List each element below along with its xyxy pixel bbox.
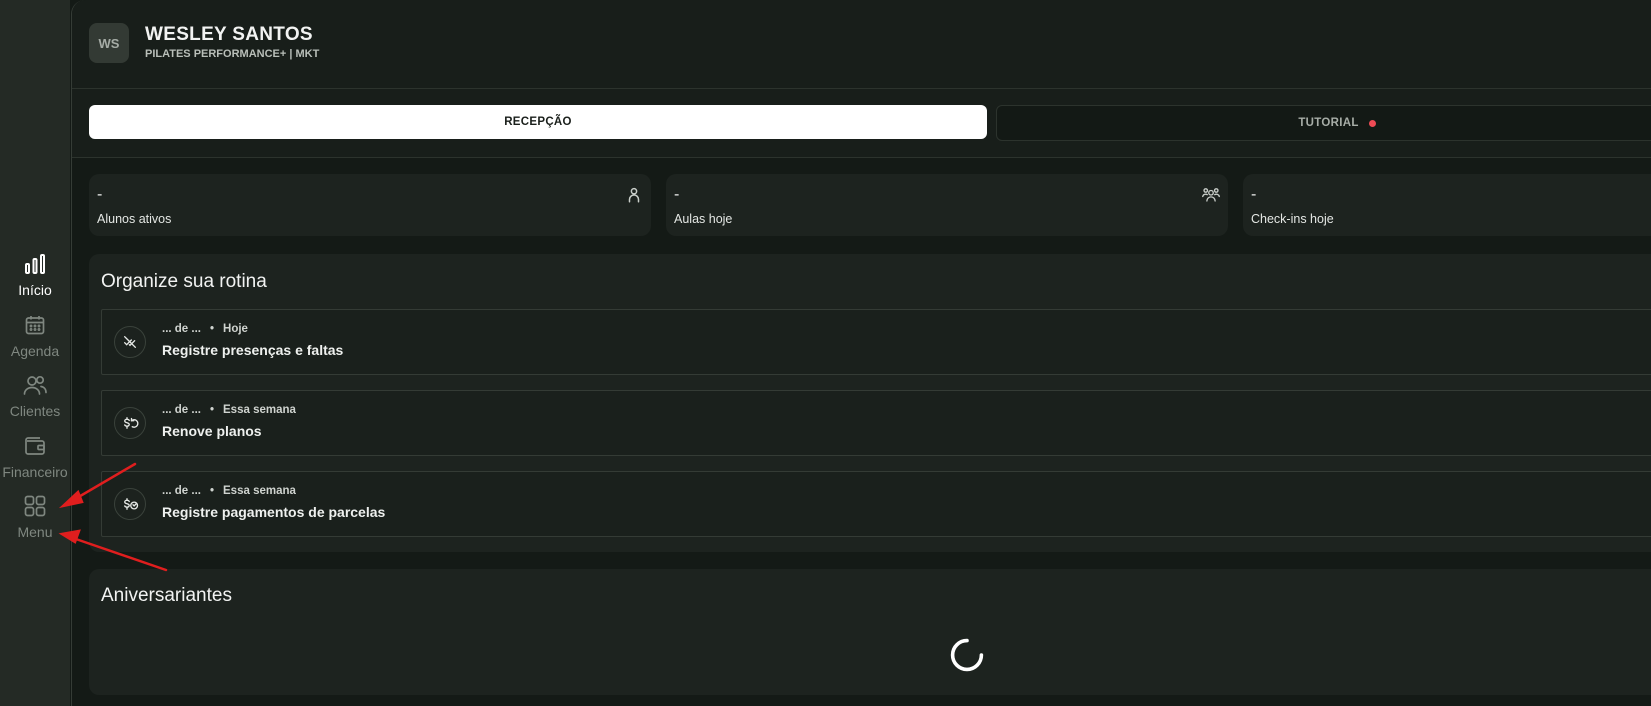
sidebar-item-label: Início: [18, 282, 52, 298]
main-content: WS WESLEY SANTOS PILATES PERFORMANCE+ | …: [71, 0, 1651, 706]
group-icon: [1202, 188, 1220, 202]
sidebar-item-label: Agenda: [10, 343, 60, 359]
routine-title: Organize sua rotina: [101, 271, 267, 292]
task-title: Registre pagamentos de parcelas: [162, 504, 386, 520]
wallet-icon: [25, 437, 45, 455]
sidebar-item-label: Clientes: [9, 403, 61, 419]
birthdays-title: Aniversariantes: [101, 585, 232, 606]
studio-subtitle: PILATES PERFORMANCE+ | MKT: [145, 48, 320, 60]
stat-card-check-ins-hoje: - Check-ins hoje: [1243, 174, 1651, 236]
task-item-presencas[interactable]: ... de ... • Hoje Registre presenças e fal…: [101, 309, 1651, 375]
calendar-icon: [25, 316, 45, 335]
grid-icon: [24, 495, 46, 517]
sidebar-item-menu[interactable]: Menu: [0, 494, 70, 548]
task-title: Registre presenças e faltas: [162, 342, 344, 358]
attendance-icon: [114, 326, 146, 358]
sidebar-item-label: Financeiro: [2, 464, 68, 480]
sidebar-item-financeiro[interactable]: Financeiro: [0, 434, 70, 488]
tab-tutorial[interactable]: TUTORIAL: [996, 105, 1651, 141]
stat-label: Aulas hoje: [674, 212, 733, 226]
bar-chart-icon: [25, 254, 45, 274]
tab-label: RECEPÇÃO: [504, 116, 572, 128]
stat-label: Alunos ativos: [97, 212, 172, 226]
task-meta: ... de ... • Hoje: [162, 323, 248, 335]
payment-icon: [114, 488, 146, 520]
task-period: Essa semana: [223, 485, 296, 497]
sidebar-item-clientes[interactable]: Clientes: [0, 373, 70, 427]
routine-panel: Organize sua rotina ... de ... • Hoje Regi…: [89, 254, 1651, 552]
tab-recepcao[interactable]: RECEPÇÃO: [89, 105, 987, 139]
task-meta: ... de ... • Essa semana: [162, 404, 296, 416]
task-meta: ... de ... • Essa semana: [162, 485, 296, 497]
sidebar-item-inicio[interactable]: Início: [0, 252, 70, 306]
task-progress: ... de ...: [162, 485, 201, 497]
header: WS WESLEY SANTOS PILATES PERFORMANCE+ | …: [72, 0, 1651, 89]
sidebar-item-agenda[interactable]: Agenda: [0, 313, 70, 367]
task-period: Hoje: [223, 323, 248, 335]
birthdays-panel: Aniversariantes: [89, 569, 1651, 695]
stat-card-alunos-ativos: - Alunos ativos: [89, 174, 651, 236]
tab-label: TUTORIAL: [1298, 117, 1359, 129]
task-title: Renove planos: [162, 423, 262, 439]
person-icon: [628, 187, 640, 203]
task-period: Essa semana: [223, 404, 296, 416]
stat-label: Check-ins hoje: [1251, 212, 1334, 226]
stat-card-aulas-hoje: - Aulas hoje: [666, 174, 1228, 236]
tab-bar: RECEPÇÃO TUTORIAL: [72, 89, 1651, 158]
task-item-renove-planos[interactable]: ... de ... • Essa semana Renove planos: [101, 390, 1651, 456]
stat-value: -: [97, 186, 103, 203]
stat-value: -: [1251, 186, 1257, 203]
user-name: WESLEY SANTOS: [145, 24, 313, 45]
renew-plan-icon: [114, 407, 146, 439]
task-item-pagamentos[interactable]: ... de ... • Essa semana Registre pagament…: [101, 471, 1651, 537]
sidebar: Início Agenda Clientes Financeiro Menu: [0, 0, 70, 706]
task-progress: ... de ...: [162, 323, 201, 335]
avatar[interactable]: WS: [89, 23, 129, 63]
users-icon: [23, 375, 47, 395]
stat-value: -: [674, 186, 680, 203]
task-progress: ... de ...: [162, 404, 201, 416]
sidebar-item-label: Menu: [17, 524, 53, 540]
notification-dot: [1368, 119, 1376, 127]
loading-spinner-icon: [950, 638, 984, 672]
